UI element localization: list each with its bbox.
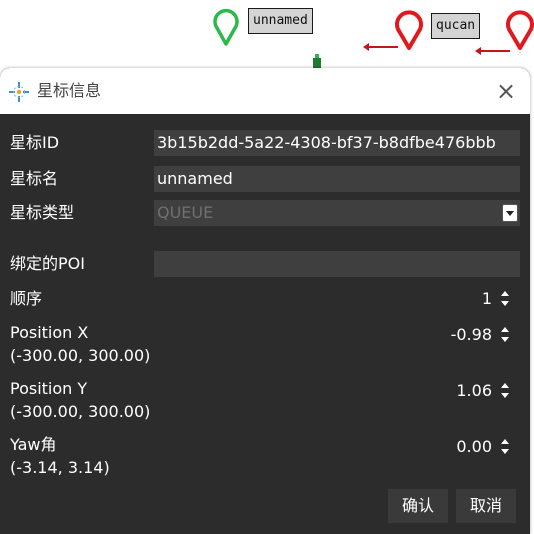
field-range-yaw: (-3.14, 3.14) (10, 458, 110, 477)
spin-arrows-icon[interactable] (498, 381, 512, 401)
field-range-pos-y: (-300.00, 300.00) (10, 402, 151, 421)
chevron-down-icon[interactable] (502, 204, 518, 222)
spin-arrows-icon[interactable] (498, 289, 512, 309)
field-label-pos-y: Position Y (10, 379, 88, 398)
field-label-order: 顺序 (10, 289, 43, 308)
type-select-value: QUEUE (157, 203, 214, 222)
marker-pin-red-icon[interactable] (505, 8, 534, 50)
marker-pin-green-icon[interactable] (212, 6, 240, 46)
field-label-pos-x: Position X (10, 323, 89, 342)
field-label-type: 星标类型 (10, 203, 75, 222)
spin-arrows-icon[interactable] (498, 437, 512, 457)
id-field[interactable]: 3b15b2dd-5a22-4308-bf37-b8dfbe476bbb (154, 130, 520, 156)
field-range-pos-x: (-300.00, 300.00) (10, 346, 151, 365)
order-value: 1 (481, 289, 492, 308)
field-label-poi: 绑定的POI (10, 254, 85, 273)
position-x-value: -0.98 (450, 325, 492, 344)
close-icon[interactable]: × (492, 78, 520, 106)
yaw-value: 0.00 (456, 437, 492, 456)
marker-label[interactable]: qucan (431, 13, 481, 39)
star-info-dialog: 星标信息 × 星标ID 3b15b2dd-5a22-4308-bf37-b8df… (0, 68, 530, 534)
position-y-value: 1.06 (456, 381, 492, 400)
star-crosshair-icon (8, 81, 30, 103)
name-field[interactable]: unnamed (154, 166, 520, 192)
field-label-name: 星标名 (10, 169, 59, 188)
field-label-yaw: Yaw角 (10, 435, 57, 454)
type-select[interactable]: QUEUE (154, 200, 520, 226)
order-spinbox[interactable]: 1 (336, 286, 516, 312)
yaw-spinbox[interactable]: 0.00 (336, 434, 516, 460)
cancel-button[interactable]: 取消 (456, 489, 516, 523)
position-x-spinbox[interactable]: -0.98 (336, 322, 516, 348)
poi-field[interactable] (154, 251, 520, 277)
marker-label[interactable]: unnamed (248, 8, 313, 34)
dialog-title: 星标信息 (37, 81, 102, 100)
field-label-id: 星标ID (10, 133, 60, 152)
dialog-titlebar[interactable]: 星标信息 × (0, 68, 530, 114)
position-y-spinbox[interactable]: 1.06 (336, 378, 516, 404)
spin-arrows-icon[interactable] (498, 325, 512, 345)
heading-arrow-icon (475, 47, 510, 55)
confirm-button[interactable]: 确认 (388, 489, 448, 523)
marker-pin-red-icon[interactable] (394, 8, 424, 50)
